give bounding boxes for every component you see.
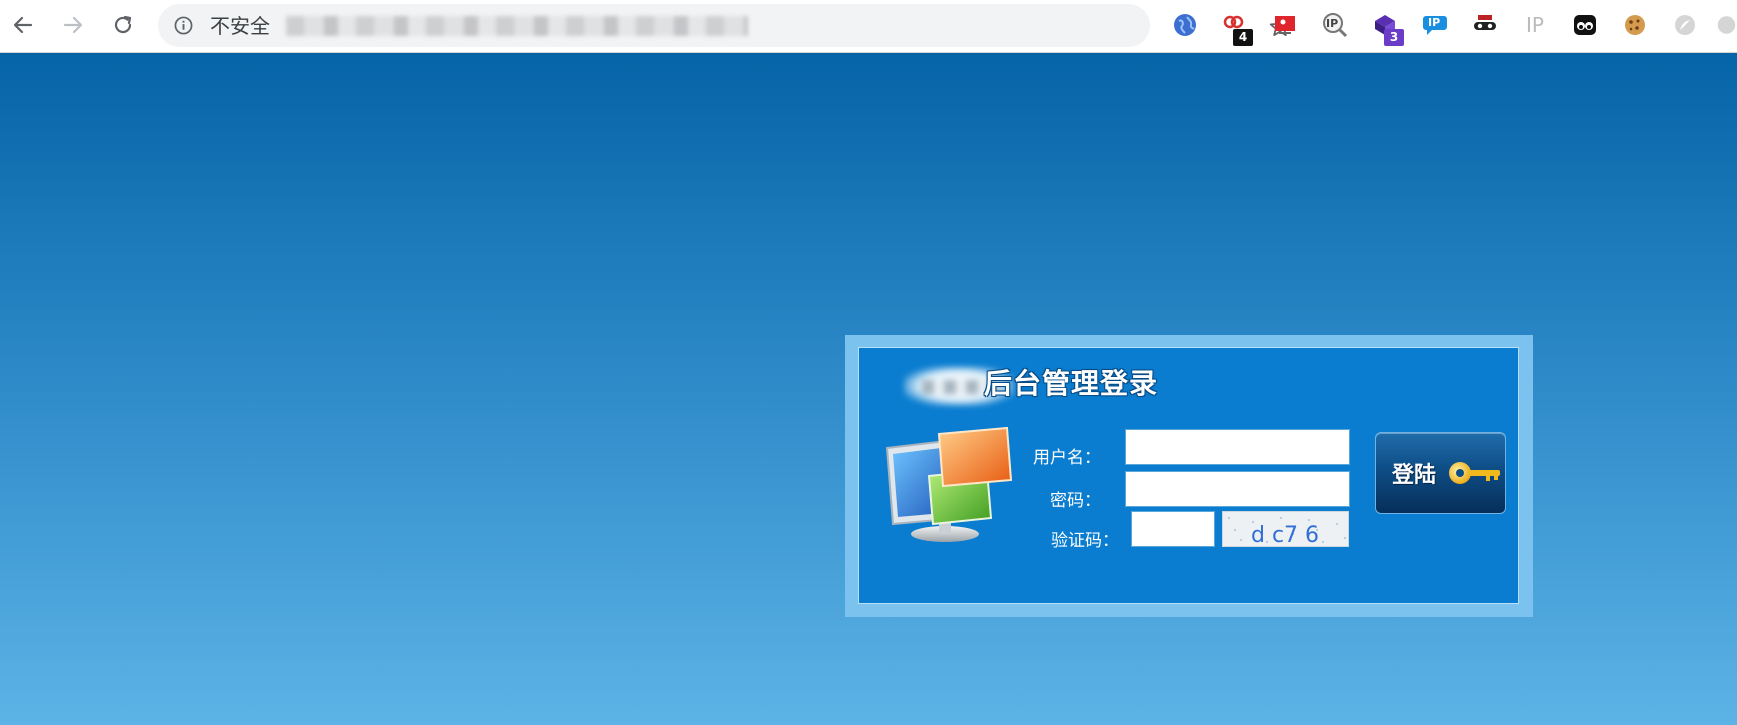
- captcha-label: 验证码：: [1051, 531, 1119, 551]
- security-status-label: 不安全: [210, 14, 270, 38]
- login-button[interactable]: 登陆: [1375, 432, 1506, 514]
- info-icon[interactable]: [174, 16, 193, 35]
- address-bar[interactable]: 不安全: [158, 4, 1291, 47]
- login-panel: 后台管理登录 用户名： 密码： 验证码： d c7 6 登陆: [845, 335, 1533, 617]
- blue-ip-icon[interactable]: IP: [1422, 12, 1448, 38]
- spy-mask-icon[interactable]: [1472, 12, 1498, 38]
- username-label: 用户名：: [1033, 448, 1101, 468]
- extension-badge: 4: [1233, 29, 1253, 46]
- reload-icon: [114, 15, 132, 34]
- ip-search-icon[interactable]: IP: [1322, 12, 1348, 38]
- username-input[interactable]: [1125, 429, 1350, 465]
- login-panel-inner: 后台管理登录 用户名： 密码： 验证码： d c7 6 登陆: [858, 347, 1519, 604]
- captcha-image[interactable]: d c7 6: [1222, 511, 1349, 547]
- key-icon: [1449, 462, 1500, 484]
- arrow-left-icon: [13, 16, 33, 34]
- gray-circle-icon[interactable]: [1672, 12, 1698, 38]
- blurred-url[interactable]: [286, 16, 748, 36]
- password-label: 密码：: [1050, 491, 1101, 511]
- purple-cube-icon[interactable]: 3: [1372, 12, 1404, 46]
- captcha-input[interactable]: [1131, 511, 1215, 547]
- cookie-icon[interactable]: [1622, 12, 1648, 38]
- captcha-text: d c7 6: [1251, 523, 1319, 547]
- blue-ip-label: IP: [1428, 16, 1441, 29]
- browser-toolbar: 不安全 4 IP 3 IP IP: [0, 0, 1737, 53]
- password-input[interactable]: [1125, 471, 1350, 507]
- login-button-label: 登陆: [1392, 463, 1437, 488]
- red-card-icon[interactable]: [1272, 12, 1298, 38]
- page-background: 后台管理登录 用户名： 密码： 验证码： d c7 6 登陆: [0, 53, 1737, 725]
- ip-search-label: IP: [1326, 17, 1339, 30]
- key-chain-icon[interactable]: 4: [1221, 12, 1253, 46]
- owl-eyes-icon[interactable]: [1572, 12, 1598, 38]
- gray-circle-icon[interactable]: [1716, 12, 1737, 38]
- forward-button[interactable]: [56, 8, 90, 42]
- ip-gray-icon[interactable]: IP: [1522, 12, 1548, 38]
- reload-button[interactable]: [106, 8, 140, 42]
- monitor-windows-icon: [885, 426, 1013, 542]
- arrow-right-icon: [63, 16, 83, 34]
- login-title: 后台管理登录: [984, 367, 1159, 400]
- globe-icon[interactable]: [1172, 12, 1198, 38]
- ip-gray-label: IP: [1526, 13, 1544, 37]
- extension-badge: 3: [1384, 29, 1404, 46]
- back-button[interactable]: [6, 8, 40, 42]
